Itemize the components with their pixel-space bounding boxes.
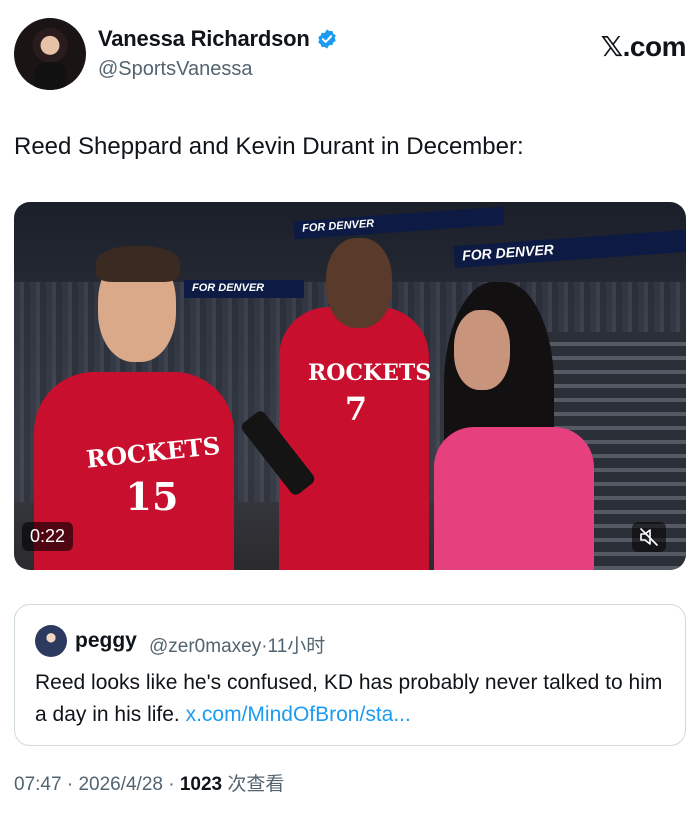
arena-banner: FOR DENVER [184,280,304,298]
verified-badge-icon [317,29,336,49]
arena-banner: FOR DENVER [293,206,505,240]
speaker-muted-icon [640,528,658,546]
x-brand-logo: 𝕏.com [600,31,687,62]
reporter-face [454,310,510,390]
reporter-jacket [434,427,594,570]
quote-time[interactable]: 11小时 [268,636,326,657]
jersey-left-number: 15 [125,474,179,519]
jersey-center-wordmark: ROCKETS [308,360,432,386]
tweet-header: Vanessa Richardson @SportsVanessa 𝕏.com [14,18,687,93]
quote-author-avatar[interactable] [35,625,67,657]
quote-author-handle[interactable]: @zer0maxey [149,636,261,657]
quoted-tweet[interactable]: peggy @zer0maxey·11小时 Reed looks like he… [14,604,686,746]
arena-banner: FOR DENVER [453,229,686,269]
tweet-footer: 07:47 · 2026/4/28 · 1023 次查看 [14,769,284,796]
video-duration: 0:22 [22,522,74,551]
author-handle[interactable]: @SportsVanessa [98,58,252,81]
mute-button[interactable] [632,522,666,552]
author-display-name[interactable]: Vanessa Richardson [98,26,310,52]
view-count: 1023 [179,774,223,795]
tweet-text: Reed Sheppard and Kevin Durant in Decemb… [14,133,524,160]
quote-text: Reed looks like he's confused, KD has pr… [35,667,675,731]
video-player[interactable]: FOR DENVER FOR DENVER FOR DENVER ROCKETS… [14,202,686,570]
jersey-center-number: 7 [344,390,368,428]
author-name-row: Vanessa Richardson [98,26,338,52]
quote-link[interactable]: x.com/MindOfBron/sta... [186,703,411,726]
quote-meta: @zer0maxey·11小时 [149,631,325,658]
footer-separator: · [66,774,74,795]
author-avatar[interactable] [14,18,86,90]
post-time[interactable]: 07:47 [14,774,62,795]
post-date[interactable]: 2026/4/28 [78,774,163,795]
player-left-hair [96,246,180,282]
footer-separator: · [168,774,175,795]
player-center-head [326,238,392,328]
player-center-jersey [279,307,429,570]
view-label: 次查看 [227,774,285,795]
quote-author-name[interactable]: peggy [75,629,137,653]
